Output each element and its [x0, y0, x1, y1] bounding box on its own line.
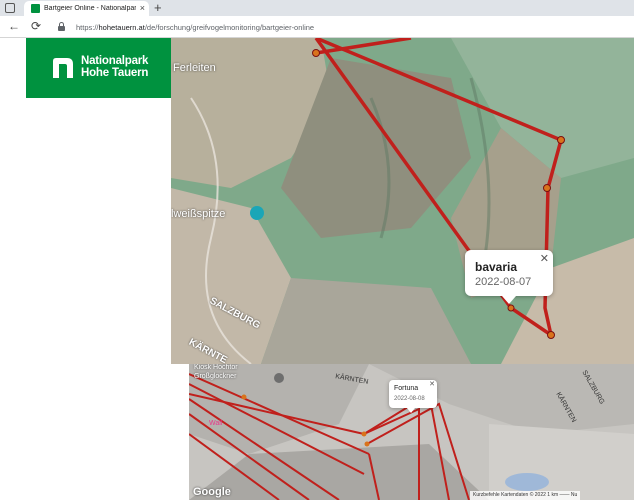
- google-logo: Google: [193, 486, 231, 498]
- map-label-edelweissspitze: lweißspitze: [171, 208, 226, 220]
- browser-toolbar: ← ⟳ https://hohetauern.at/de/forschung/g…: [0, 16, 634, 38]
- new-tab-icon[interactable]: +: [154, 0, 162, 15]
- map-label-wall: Wall: [209, 420, 223, 427]
- reload-icon[interactable]: ⟳: [31, 19, 41, 33]
- back-icon[interactable]: ←: [8, 19, 20, 33]
- lock-icon[interactable]: [58, 22, 65, 31]
- tab-title: Bartgeier Online - Nationalpark Ho: [44, 5, 136, 12]
- tab-actions-icon[interactable]: [5, 3, 15, 13]
- browser-tab-bar: Bartgeier Online - Nationalpark Ho × +: [0, 0, 634, 16]
- fortuna-info-popup: Fortuna 2022-08-08 ✕: [389, 380, 437, 413]
- map-attribution[interactable]: Kurzbefehle Kartendaten © 2022 1 km —— N…: [470, 491, 581, 500]
- popup-date: 2022-08-08: [394, 396, 425, 402]
- popup-bird-name: Fortuna: [394, 385, 419, 392]
- map-label-grossglockner: Großglockner: [194, 373, 237, 380]
- map-label-ferleiten: Ferleiten: [173, 62, 216, 74]
- popup-date: 2022-08-07: [475, 276, 532, 288]
- popup-bird-name: bavaria: [475, 260, 518, 274]
- map-label-kiosk-hochtor: Kiosk Hochtor: [194, 364, 238, 371]
- nationalpark-logo-mark-icon: [53, 58, 73, 78]
- popup-close-icon[interactable]: ✕: [429, 380, 435, 388]
- bavaria-track-map[interactable]: Ferleiten lweißspitze SALZBURG KÄRNTE ba…: [171, 38, 634, 364]
- bavaria-info-popup: bavaria 2022-08-07 ✕: [465, 250, 553, 304]
- tab-close-icon[interactable]: ×: [140, 3, 145, 13]
- popup-close-icon[interactable]: ✕: [540, 252, 549, 265]
- fortuna-track-map[interactable]: Kiosk Hochtor Großglockner Wall KÄRNTEN …: [189, 364, 634, 500]
- address-bar[interactable]: https://hohetauern.at/de/forschung/greif…: [54, 19, 629, 35]
- site-favicon-icon: [31, 4, 40, 13]
- logo-text: Nationalpark Hohe Tauern: [81, 55, 149, 79]
- browser-tab[interactable]: Bartgeier Online - Nationalpark Ho ×: [24, 1, 149, 16]
- nationalpark-logo[interactable]: Nationalpark Hohe Tauern: [26, 38, 174, 98]
- url-text: https://hohetauern.at/de/forschung/greif…: [76, 23, 315, 32]
